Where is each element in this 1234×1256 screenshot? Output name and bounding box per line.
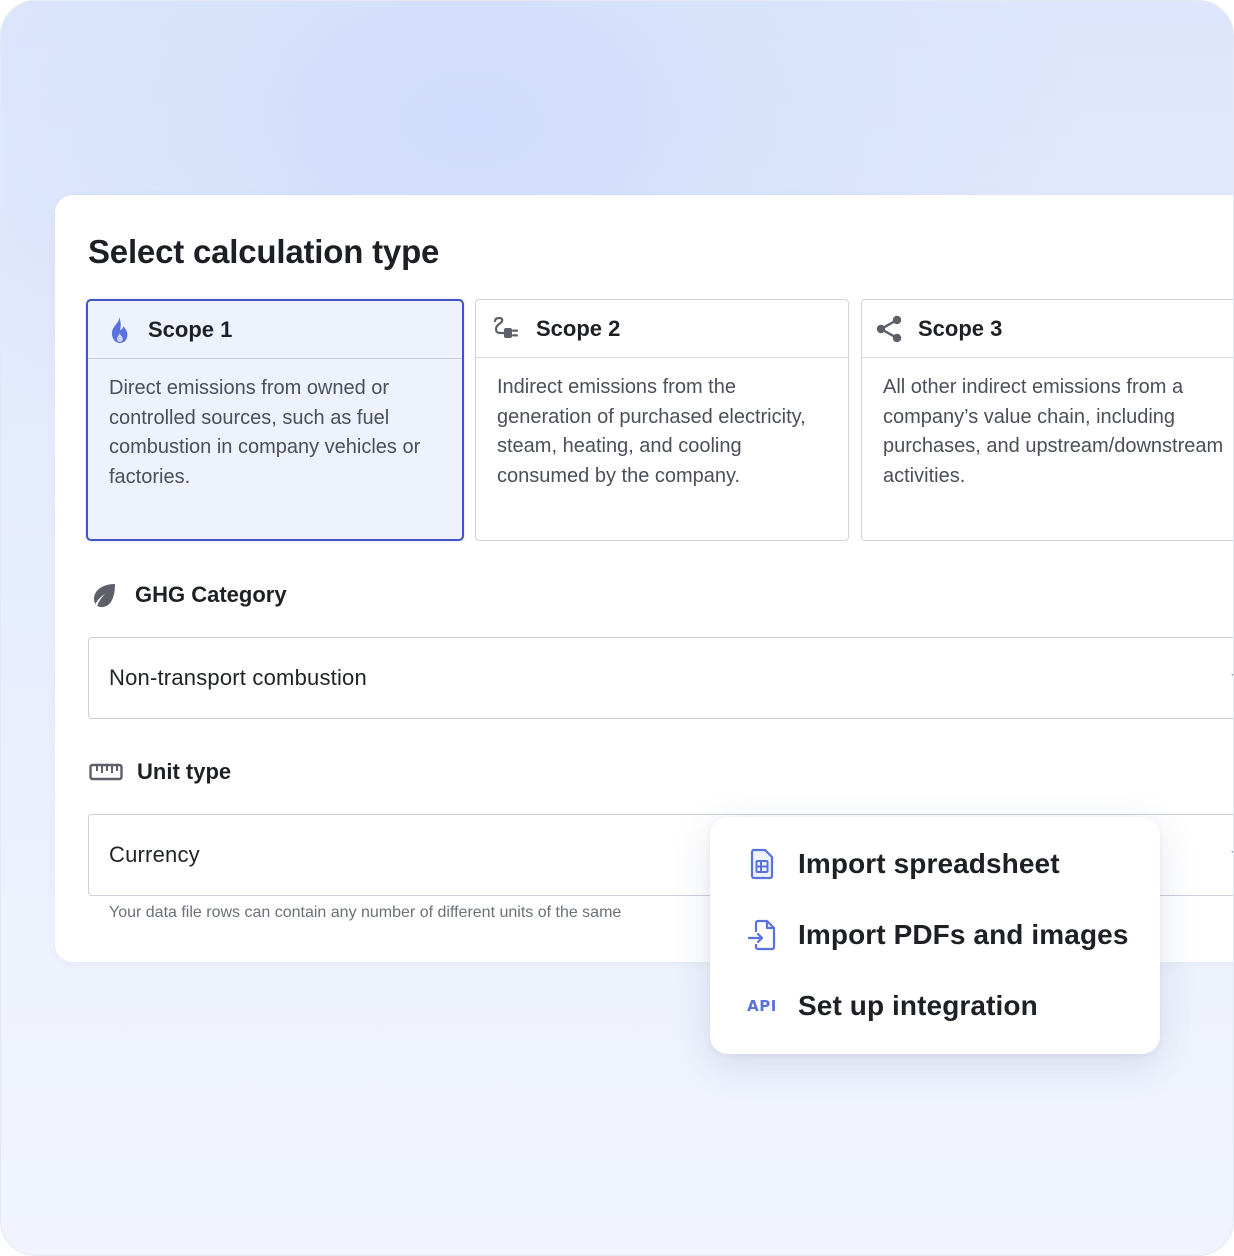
spreadsheet-icon <box>746 848 778 880</box>
page-title: Select calculation type <box>88 233 440 270</box>
import-pdfs-label: Import PDFs and images <box>798 919 1129 950</box>
unit-type-helper-text: Your data file rows can contain any numb… <box>109 904 622 921</box>
scope-2-description: Indirect emissions from the generation o… <box>497 376 806 487</box>
unit-type-label-row: Unit type <box>89 759 231 785</box>
scope-3-description: All other indirect emissions from a comp… <box>883 376 1224 487</box>
scope-3-title: Scope 3 <box>918 315 1003 341</box>
scope-1-title: Scope 1 <box>148 316 233 342</box>
flame-icon <box>104 315 134 345</box>
ghg-category-label-row: GHG Category <box>89 581 287 609</box>
unit-type-value: Currency <box>109 842 200 867</box>
import-pdfs-item[interactable]: Import PDFs and images <box>746 919 1129 951</box>
ghg-category-value: Non-transport combustion <box>109 665 367 690</box>
ghg-category-label: GHG Category <box>135 582 287 607</box>
unit-type-label: Unit type <box>137 759 232 784</box>
import-menu: Import spreadsheet Import PDFs and image… <box>710 817 1160 1054</box>
scope-2-title: Scope 2 <box>536 315 621 341</box>
api-icon: API <box>747 997 777 1015</box>
leaf-icon <box>89 581 121 609</box>
background-frame: Select calculation type Scope 1 Direct e… <box>0 0 1234 1256</box>
share-icon <box>874 314 904 344</box>
plug-icon <box>492 314 522 344</box>
scope-3-option[interactable]: Scope 3 All other indirect emissions fro… <box>861 299 1233 541</box>
file-import-icon <box>746 919 778 951</box>
scope-3-header: Scope 3 <box>862 300 1233 358</box>
scope-1-option[interactable]: Scope 1 Direct emissions from owned or c… <box>86 299 464 541</box>
setup-integration-item[interactable]: API Set up integration <box>746 990 1038 1022</box>
scope-1-description: Direct emissions from owned or controlle… <box>109 377 421 488</box>
import-spreadsheet-label: Import spreadsheet <box>798 848 1060 879</box>
scope-1-header: Scope 1 <box>88 301 462 359</box>
ruler-icon <box>89 762 123 782</box>
scope-2-option[interactable]: Scope 2 Indirect emissions from the gene… <box>475 299 849 541</box>
scope-2-header: Scope 2 <box>476 300 848 358</box>
setup-integration-label: Set up integration <box>798 990 1038 1021</box>
import-spreadsheet-item[interactable]: Import spreadsheet <box>746 848 1060 880</box>
ghg-category-select[interactable]: Non-transport combustion <box>88 637 1233 719</box>
